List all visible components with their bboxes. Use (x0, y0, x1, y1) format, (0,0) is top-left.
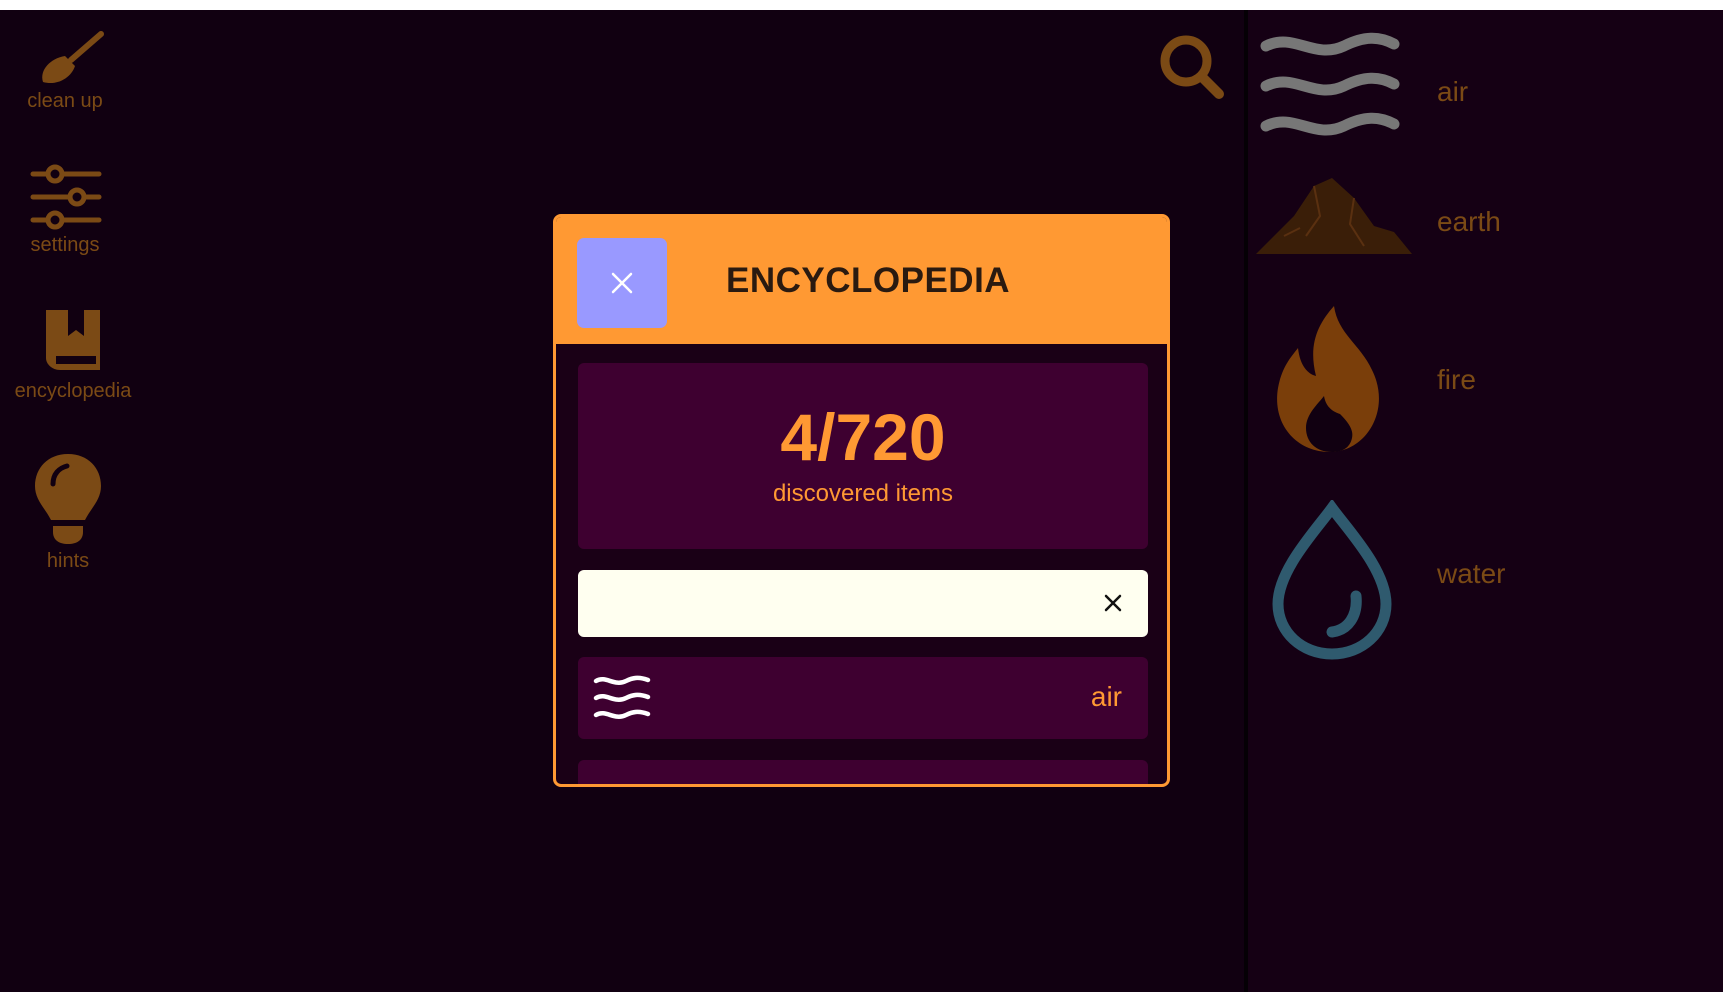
discovered-label: discovered items (772, 480, 954, 507)
discovery-stats: 4/720 discovered items (578, 363, 1148, 549)
modal-header: ENCYCLOPEDIA (556, 217, 1167, 344)
element-name: earth (1437, 206, 1501, 237)
encyclopedia-label: encyclopedia (14, 380, 132, 402)
encyclopedia-button[interactable]: encyclopedia (4, 306, 142, 403)
element-item-fire[interactable]: fire (1248, 304, 1723, 464)
element-item-air[interactable]: air (1248, 24, 1723, 154)
encyclopedia-search-input[interactable] (578, 570, 1078, 637)
broom-icon (42, 31, 104, 84)
element-name: air (1437, 76, 1469, 107)
element-item-water[interactable]: water (1248, 500, 1723, 670)
settings-label: settings (30, 234, 100, 256)
list-item-name: air (1090, 681, 1122, 712)
search-icon[interactable] (1157, 32, 1227, 102)
close-icon (611, 272, 633, 294)
hints-label: hints (46, 550, 90, 572)
clear-search-icon[interactable] (1098, 588, 1128, 618)
game-board[interactable]: clean up settings encyclopedia hints air… (0, 10, 1723, 992)
air-waves-icon (593, 675, 651, 719)
elements-panel[interactable]: air earth fire water (1244, 10, 1723, 992)
mountain-icon (1256, 178, 1412, 254)
encyclopedia-modal: ENCYCLOPEDIA 4/720 discovered items air (553, 214, 1170, 787)
element-name: water (1437, 558, 1506, 589)
clean-up-label: clean up (27, 90, 103, 112)
settings-button[interactable]: settings (20, 162, 110, 257)
book-icon (46, 310, 100, 370)
encyclopedia-search[interactable] (578, 570, 1148, 637)
sliders-icon (30, 164, 102, 230)
air-waves-icon (1260, 32, 1400, 136)
hints-button[interactable]: hints (20, 450, 116, 573)
water-drop-icon (1272, 500, 1392, 660)
flame-icon (1277, 306, 1379, 452)
list-item[interactable] (578, 760, 1148, 784)
clean-up-button[interactable]: clean up (20, 30, 110, 113)
discovered-count: 4/720 (780, 400, 946, 474)
element-item-earth[interactable]: earth (1248, 164, 1723, 294)
modal-title: ENCYCLOPEDIA (726, 261, 1011, 300)
lightbulb-icon (35, 454, 101, 544)
element-name: fire (1437, 364, 1476, 395)
close-button[interactable] (577, 238, 667, 328)
list-item[interactable]: air (578, 657, 1148, 739)
